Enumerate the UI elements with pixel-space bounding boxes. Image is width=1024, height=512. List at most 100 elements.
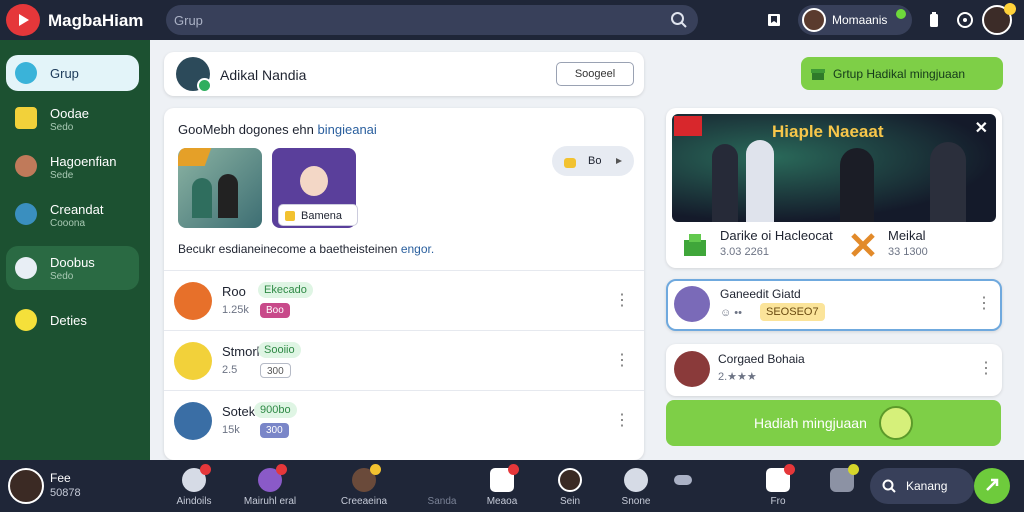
- feed-heading: GooMebh dogones ehn bingieanai: [178, 122, 377, 137]
- list-item-chip: Boo: [260, 303, 290, 318]
- list-item-name: Sotek: [222, 404, 256, 419]
- status-badge: Ekecado: [258, 282, 313, 298]
- event-banner[interactable]: Hiaple Naeaat ✕: [672, 114, 996, 222]
- sidebar: Grup Oodae Sedo Hagoenfian Sede Creandat…: [0, 40, 150, 460]
- nav-item-sein[interactable]: Sein: [540, 466, 600, 510]
- nav-item-meaoa[interactable]: Meaoa: [472, 464, 532, 510]
- online-dot: [896, 9, 906, 19]
- send-button[interactable]: [974, 468, 1010, 504]
- group-action-button[interactable]: Grtup Hadikal mingjuaan: [801, 57, 1003, 90]
- nav-label: Mairuhl eral: [243, 496, 297, 507]
- sidebar-item-sub: Sedo: [50, 122, 74, 133]
- member-meta: 2.★★★: [718, 371, 757, 383]
- smile-icon: [15, 309, 37, 331]
- nav-item-creeaeina[interactable]: Creeaeina: [334, 464, 394, 510]
- notification-badge: [200, 464, 211, 475]
- sidebar-item-sub: Sedo: [50, 271, 74, 282]
- notification-badge: [784, 464, 795, 475]
- reward-button[interactable]: Hadiah mingjuaan: [666, 400, 1001, 446]
- media-chip-label: Bamena: [301, 210, 342, 222]
- profile-avatar[interactable]: [982, 3, 1016, 35]
- sidebar-item-deties[interactable]: Deties: [6, 302, 139, 338]
- notification-badge: [848, 464, 859, 475]
- my-name: Fee: [50, 471, 71, 485]
- reaction-pill[interactable]: Bo: [552, 146, 634, 176]
- reward-button-label: Hadiah mingjuaan: [754, 415, 867, 431]
- event-item-name: Darike oi Hacleocat: [720, 228, 833, 243]
- nav-item-sanda[interactable]: Sanda: [412, 466, 472, 510]
- avatar: [674, 351, 710, 387]
- feed-card: GooMebh dogones ehn bingieanai Bamena Bo…: [164, 108, 644, 460]
- nav-item-toggle[interactable]: [656, 466, 716, 510]
- more-options-icon[interactable]: ⋮: [978, 358, 994, 378]
- nav-label: Sein: [559, 496, 580, 507]
- more-options-icon[interactable]: ⋮: [614, 351, 630, 371]
- ribbon-badge: [674, 116, 702, 136]
- close-icon[interactable]: ✕: [975, 118, 988, 138]
- help-icon[interactable]: [955, 10, 975, 30]
- nav-item-mairuhl[interactable]: Mairuhl eral: [240, 464, 300, 510]
- list-item-name: Roo: [222, 284, 246, 299]
- stars-icon: ☺ ••: [720, 307, 742, 319]
- more-options-icon[interactable]: ⋮: [976, 293, 992, 313]
- nav-label: Aindoils: [176, 496, 212, 507]
- sidebar-item-creandat[interactable]: Creandat Cooona: [6, 196, 139, 232]
- sidebar-item-hagoenfian[interactable]: Hagoenfian Sede: [6, 148, 139, 184]
- nav-label: Creeaeina: [340, 496, 388, 507]
- event-item-meta: 3.03 2261: [720, 246, 769, 258]
- more-options-icon[interactable]: ⋮: [614, 291, 630, 311]
- avatar-icon: [558, 468, 582, 492]
- smile-icon: [879, 406, 913, 440]
- my-avatar[interactable]: [8, 468, 44, 504]
- group-avatar[interactable]: [176, 57, 212, 93]
- report-button[interactable]: Soogeel: [556, 62, 634, 86]
- nav-item-aindoils[interactable]: Aindoils: [164, 464, 224, 510]
- app-logo[interactable]: [6, 4, 40, 36]
- notification-badge: [370, 464, 381, 475]
- avatar: [174, 282, 212, 320]
- event-item-name: Meikal: [888, 228, 926, 243]
- member-name: Ganeedit Giatd: [720, 287, 801, 301]
- avatar: [174, 342, 212, 380]
- media-chip[interactable]: Bamena: [278, 204, 358, 226]
- battery-icon[interactable]: [924, 10, 944, 30]
- more-options-icon[interactable]: ⋮: [614, 411, 630, 431]
- bookmark-icon[interactable]: [764, 10, 784, 30]
- my-status: 50878: [50, 487, 81, 499]
- bottom-search[interactable]: Kanang: [870, 468, 974, 504]
- group-action-label: Grtup Hadikal mingjuaan: [833, 66, 966, 81]
- media-thumbnail[interactable]: [178, 148, 262, 228]
- search-icon[interactable]: [670, 11, 688, 29]
- event-item-meta: 33 1300: [888, 246, 928, 258]
- member-card[interactable]: Corgaed Bohaia 2.★★★ ⋮: [666, 344, 1002, 396]
- sidebar-item-label: Doobus: [50, 255, 95, 270]
- toggle-icon: [674, 475, 692, 485]
- nav-item-fro[interactable]: Fro: [748, 464, 808, 510]
- search-input[interactable]: [174, 12, 654, 28]
- notification-badge: [1004, 3, 1016, 15]
- app-title: MagbaHiam: [48, 11, 144, 30]
- sidebar-item-grup[interactable]: Grup: [6, 55, 139, 91]
- list-item[interactable]: Sotek 900bo 15k 300 ⋮: [164, 390, 644, 450]
- member-card[interactable]: Ganeedit Giatd ☺ •• SEOSEO7 ⋮: [666, 279, 1002, 331]
- list-item-meta: 2.5: [222, 364, 238, 376]
- sidebar-item-doobus[interactable]: Doobus Sedo: [6, 246, 139, 290]
- top-bar: MagbaHiam Momaanis: [0, 0, 1024, 40]
- tag-icon: [285, 211, 295, 221]
- sidebar-item-sub: Sede: [50, 170, 74, 181]
- member-chip: SEOSEO7: [760, 303, 825, 321]
- event-item[interactable]: Meikal 33 1300: [848, 226, 988, 264]
- feed-text-link[interactable]: engor.: [401, 242, 434, 256]
- bottom-search-label: Kanang: [906, 479, 948, 493]
- sidebar-item-oodae[interactable]: Oodae Sedo: [6, 100, 139, 136]
- list-item[interactable]: Roo Ekecado 1.25k Boo ⋮: [164, 270, 644, 330]
- user-avatar: [802, 8, 826, 32]
- feed-heading-accent[interactable]: bingieanai: [318, 122, 377, 137]
- list-item-meta: 15k: [222, 424, 240, 436]
- nav-item-inbox[interactable]: [812, 464, 872, 510]
- user-pill[interactable]: Momaanis: [798, 5, 912, 35]
- list-item[interactable]: Stmork Sooiio 2.5 300 ⋮: [164, 330, 644, 390]
- nav-label: Fro: [770, 496, 786, 507]
- send-icon: [986, 478, 999, 491]
- event-item[interactable]: Darike oi Hacleocat 3.03 2261: [680, 226, 833, 264]
